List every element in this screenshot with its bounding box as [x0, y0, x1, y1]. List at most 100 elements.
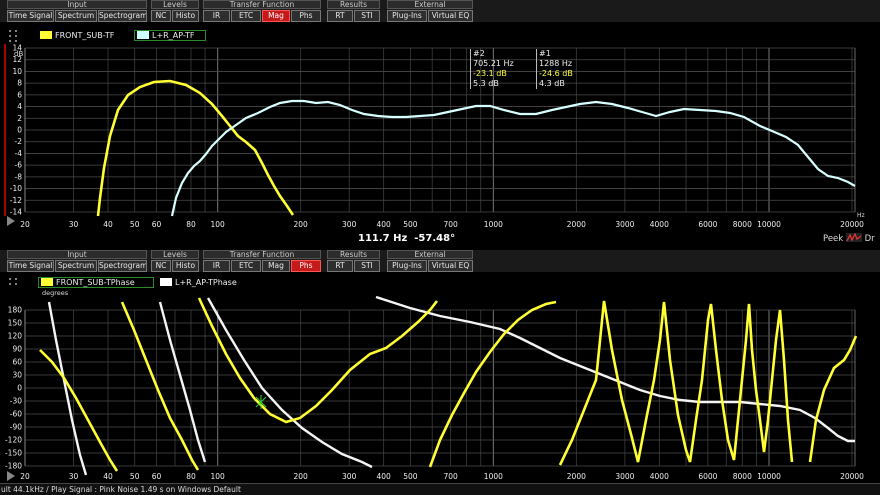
x-tick-label: 100	[211, 220, 226, 229]
nc-button[interactable]: NC	[151, 260, 171, 272]
spectrum-button[interactable]: Spectrum	[55, 10, 97, 22]
swatch	[137, 31, 149, 39]
swatch	[160, 278, 172, 286]
legend-lr-ap-tf[interactable]: L+R_AP-TF	[134, 30, 206, 41]
histo-button[interactable]: Histo	[172, 10, 199, 22]
legend-label: FRONT_SUB-TF	[55, 31, 115, 40]
x-tick-label: 400	[376, 220, 391, 229]
y-tick-label: 90	[12, 345, 22, 354]
cursor-id: #2	[473, 49, 485, 58]
group-external: External Plug-Ins Virtual EQ	[387, 0, 473, 22]
group-title: Levels	[151, 250, 199, 259]
status-bar: ult 44.1kHz / Play Signal : Pink Noise 1…	[0, 483, 880, 495]
x-tick-label: 1000	[484, 220, 503, 229]
etc-button[interactable]: ETC	[231, 260, 261, 272]
y-tick-label: -10	[10, 184, 22, 193]
group-input: Input Time Signal Spectrum Spectrogram	[7, 250, 147, 272]
x-tick-label: 1000	[484, 472, 503, 481]
y-tick-label: -60	[10, 410, 22, 419]
time-signal-button[interactable]: Time Signal	[7, 10, 54, 22]
cursor-2-readout: #2 705.21 Hz -23.1 dB 5.3 dB	[470, 49, 534, 89]
x-tick-label: 200	[294, 472, 309, 481]
ir-button[interactable]: IR	[203, 10, 230, 22]
group-results: Results RT STI	[327, 250, 380, 272]
peek-label: Peek	[823, 234, 844, 244]
readout-freq: 111.7 Hz	[358, 233, 408, 244]
nc-button[interactable]: NC	[151, 10, 171, 22]
mag-button[interactable]: Mag	[262, 10, 290, 22]
group-title: Input	[7, 250, 147, 259]
sti-button[interactable]: STI	[354, 260, 380, 272]
mag-button[interactable]: Mag	[262, 260, 290, 272]
group-title: Input	[7, 0, 147, 9]
x-tick-label: 500	[403, 220, 418, 229]
y-tick-label: -150	[5, 449, 22, 458]
y-tick-label: -8	[15, 172, 23, 181]
readout-phase: -57.48°	[414, 233, 456, 244]
virtual-eq-button[interactable]: Virtual EQ	[428, 260, 473, 272]
x-tick-label: 30	[69, 472, 79, 481]
phs-button[interactable]: Phs	[291, 10, 321, 22]
cursor-val2: 4.3 dB	[539, 79, 565, 88]
ir-button[interactable]: IR	[203, 260, 230, 272]
group-levels: Levels NC Histo	[151, 0, 199, 22]
legend-label: FRONT_SUB-TPhase	[56, 278, 135, 287]
phs-button[interactable]: Phs	[291, 260, 321, 272]
plug-ins-button[interactable]: Plug-Ins	[387, 260, 427, 272]
sti-button[interactable]: STI	[354, 10, 380, 22]
y-tick-label: 0	[17, 126, 22, 135]
spectrum-button[interactable]: Spectrum	[55, 260, 97, 272]
cursor-readout: 111.7 Hz -57.48°	[358, 233, 455, 244]
y-tick-label: 4	[17, 102, 22, 111]
rt-button[interactable]: RT	[327, 10, 353, 22]
group-transfer-function: Transfer Function IR ETC Mag Phs	[203, 250, 321, 272]
group-input: Input Time Signal Spectrum Spectrogram	[7, 0, 147, 22]
legend-label: L+R_AP-TPhase	[175, 278, 237, 287]
plug-ins-button[interactable]: Plug-Ins	[387, 10, 427, 22]
x-tick-label: 40	[103, 220, 113, 229]
group-title: Results	[327, 250, 380, 259]
x-tick-label: 4000	[650, 472, 669, 481]
x-tick-label: 200	[294, 220, 309, 229]
spectrogram-button[interactable]: Spectrogram	[98, 260, 147, 272]
rt-button[interactable]: RT	[327, 260, 353, 272]
left-accent	[4, 44, 6, 216]
peek-icon	[845, 232, 862, 242]
swatch	[40, 31, 52, 39]
y-tick-label: 10	[12, 67, 22, 76]
spectrogram-button[interactable]: Spectrogram	[98, 10, 147, 22]
y-tick-label: 150	[8, 319, 23, 328]
toolbar-top: Input Time Signal Spectrum Spectrogram L…	[0, 0, 880, 22]
group-title: External	[387, 0, 473, 9]
histo-button[interactable]: Histo	[172, 260, 199, 272]
legend-front-sub-tf[interactable]: FRONT_SUB-TF	[38, 31, 131, 42]
x-tick-label: 8000	[733, 472, 752, 481]
y-tick-label: 30	[12, 371, 22, 380]
y-tick-label: 2	[17, 114, 22, 123]
virtual-eq-button[interactable]: Virtual EQ	[428, 10, 473, 22]
x-tick-label: 3000	[615, 472, 634, 481]
x-tick-label: 20000	[840, 472, 864, 481]
group-transfer-function: Transfer Function IR ETC Mag Phs	[203, 0, 321, 22]
legend-front-sub-tphase[interactable]: FRONT_SUB-TPhase	[38, 277, 154, 288]
y-tick-label: 120	[8, 332, 23, 341]
x-tick-label: 50	[130, 220, 140, 229]
cursor-id: #1	[539, 49, 551, 58]
phase-plot[interactable]: 1801501209060300-30-60-90-120-150-180 20…	[0, 288, 880, 483]
peek-control[interactable]: Peek Dr	[823, 232, 875, 244]
y-tick-label: 6	[17, 90, 22, 99]
time-signal-button[interactable]: Time Signal	[7, 260, 54, 272]
cursor-1-readout: #1 1288 Hz -24.6 dB 4.3 dB	[536, 49, 586, 89]
x-tick-label: 700	[443, 220, 458, 229]
magnitude-plot[interactable]: 14121086420-2-4-6-8-10-12-14 20 30 40 50 60 8…	[0, 44, 880, 232]
y-tick-label: -30	[10, 397, 22, 406]
cursor-val1: -24.6 dB	[539, 69, 573, 78]
swatch	[41, 278, 53, 286]
x-tick-label: 4000	[650, 220, 669, 229]
x-tick-label: 10000	[757, 220, 781, 229]
y-tick-label: -4	[15, 149, 23, 158]
x-tick-label: 300	[342, 472, 357, 481]
group-title: Transfer Function	[203, 250, 321, 259]
etc-button[interactable]: ETC	[231, 10, 261, 22]
toolbar-bottom: Input Time Signal Spectrum Spectrogram L…	[0, 250, 880, 272]
